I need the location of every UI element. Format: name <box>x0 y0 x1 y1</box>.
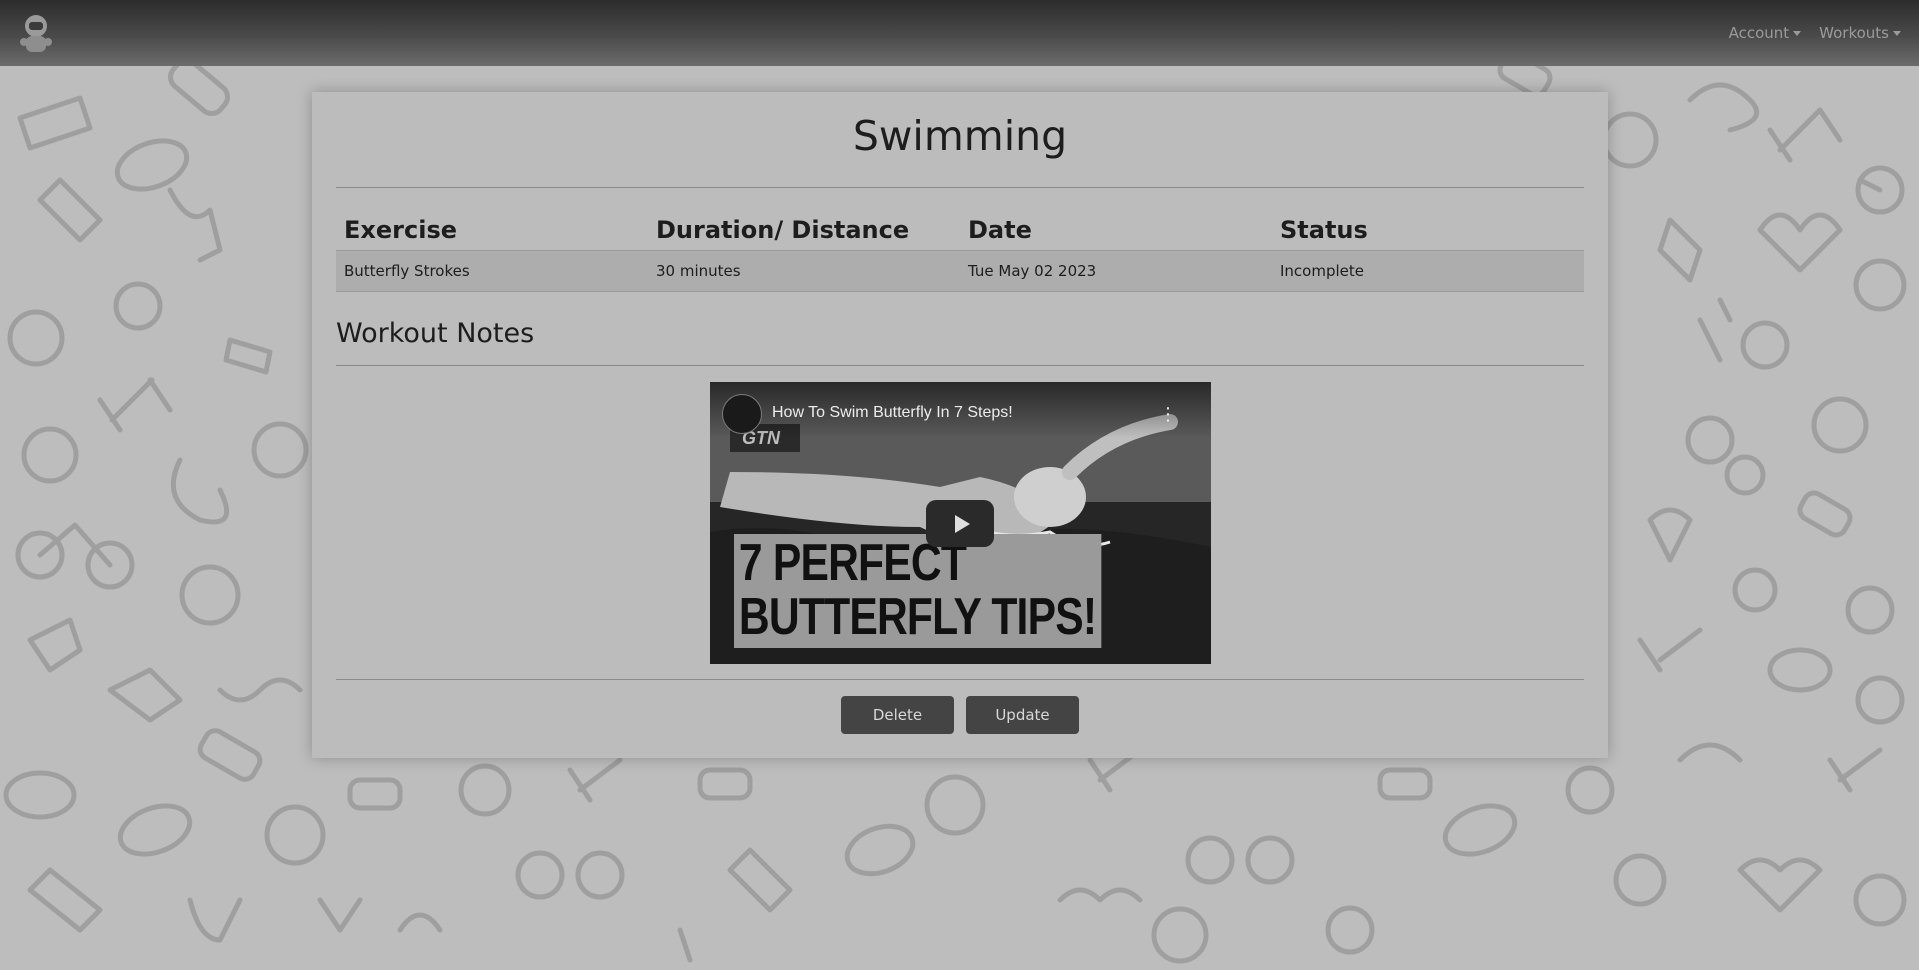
column-header-duration: Duration/ Distance <box>656 216 910 244</box>
date-cell: Tue May 02 2023 <box>960 250 1272 292</box>
play-button[interactable] <box>926 500 994 547</box>
more-options-icon[interactable]: ⋮ <box>1159 404 1177 425</box>
update-button[interactable]: Update <box>966 696 1079 734</box>
divider <box>336 187 1584 188</box>
video-title[interactable]: How To Swim Butterfly In 7 Steps! <box>772 404 1013 422</box>
thumbnail-caption-line: BUTTERFLY TIPS! <box>738 588 1097 646</box>
caret-down-icon <box>1893 30 1901 36</box>
workout-notes-heading: Workout Notes <box>336 318 535 349</box>
account-dropdown-label: Account <box>1728 24 1790 42</box>
table-header-row: Exercise Duration/ Distance Date Status <box>336 210 1584 251</box>
top-navbar: Account Workouts <box>0 0 1919 66</box>
workout-title: Swimming <box>852 112 1068 160</box>
workouts-dropdown-label: Workouts <box>1819 24 1889 42</box>
divider <box>336 365 1584 366</box>
play-icon <box>954 514 970 533</box>
thumbnail-caption-line: 7 PERFECT <box>738 534 967 592</box>
column-header-status: Status <box>1280 216 1368 244</box>
delete-button[interactable]: Delete <box>841 696 954 734</box>
account-dropdown[interactable]: Account <box>1729 24 1802 42</box>
youtube-video-embed[interactable]: GTN How To Swim Butterfly In 7 Steps! ⋮ … <box>710 382 1211 664</box>
nav-menu: Account Workouts <box>1729 24 1901 42</box>
column-header-exercise: Exercise <box>344 216 458 244</box>
column-header-date: Date <box>968 216 1032 244</box>
workout-detail-card: Swimming Exercise Duration/ Distance Dat… <box>312 92 1608 758</box>
table-row: Butterfly Strokes 30 minutes Tue May 02 … <box>336 250 1584 292</box>
divider <box>336 679 1584 680</box>
caret-down-icon <box>1793 30 1802 36</box>
status-cell: Incomplete <box>1272 250 1584 292</box>
thumbnail-caption: 7 PERFECT BUTTERFLY TIPS! <box>734 534 1102 648</box>
exercise-cell: Butterfly Strokes <box>336 250 648 292</box>
astronaut-logo-icon[interactable] <box>14 12 58 56</box>
channel-logo-icon[interactable] <box>722 394 762 434</box>
exercise-table: Exercise Duration/ Distance Date Status … <box>336 210 1584 292</box>
duration-cell: 30 minutes <box>648 250 960 292</box>
workouts-dropdown[interactable]: Workouts <box>1819 24 1901 42</box>
